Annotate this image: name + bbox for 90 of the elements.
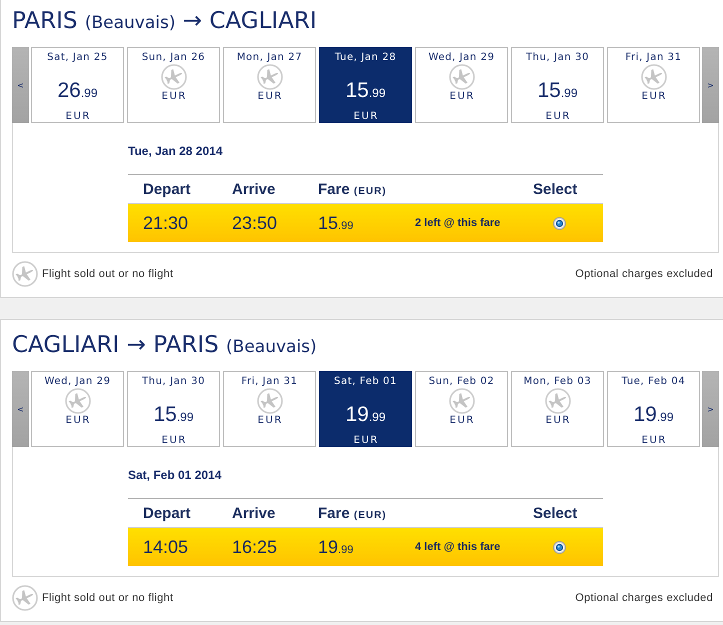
column-header: Fare (EUR) (318, 180, 387, 198)
date-tab[interactable]: Sun, Feb 02 EUR (415, 371, 508, 447)
departure-time: 21:30 (143, 212, 188, 234)
airplane-icon (12, 261, 38, 287)
airplane-icon (544, 388, 570, 414)
fare-price: 15.99 (318, 212, 354, 234)
date-tab[interactable]: Sat, Jan 25 26.99 EUR (31, 47, 124, 123)
date-tab[interactable]: Wed, Jan 29 EUR (31, 371, 124, 447)
currency-label: EUR (258, 90, 283, 103)
day-label: Tue, Jan 28 (334, 51, 396, 64)
day-label: Tue, Feb 04 (622, 375, 686, 388)
airplane-icon (256, 64, 282, 90)
currency-label: EUR (354, 434, 379, 447)
date-tab[interactable]: Sat, Feb 01 19.99 EUR (319, 371, 412, 447)
currency-label: EUR (66, 110, 91, 123)
date-tab[interactable]: Mon, Jan 27 EUR (223, 47, 316, 123)
currency-label: EUR (642, 90, 667, 103)
currency-label: EUR (450, 414, 475, 427)
currency-label: EUR (258, 414, 283, 427)
previous-dates-button[interactable]: < (12, 371, 29, 447)
date-tab[interactable]: Mon, Feb 03 EUR (511, 371, 604, 447)
arrival-time: 16:25 (232, 536, 278, 558)
column-header: Depart (143, 504, 191, 522)
airplane-icon (64, 388, 90, 414)
currency-label: EUR (642, 434, 667, 447)
column-header: Select (533, 180, 578, 198)
selected-date: Tue, Jan 28 2014 (128, 144, 222, 158)
next-dates-button[interactable]: > (702, 371, 719, 447)
date-tab[interactable]: Tue, Jan 28 15.99 EUR (319, 47, 412, 123)
fare-price: 15.99 (153, 403, 194, 428)
currency-label: EUR (354, 110, 379, 123)
next-dates-button[interactable]: > (702, 47, 719, 123)
column-header: Arrive (232, 180, 276, 198)
route-title: PARIS (Beauvais) → CAGLIARI (12, 8, 317, 36)
airplane-icon (160, 64, 186, 90)
fare-price: 26.99 (57, 79, 98, 104)
day-label: Sat, Jan 25 (47, 51, 108, 64)
day-label: Sun, Jan 26 (142, 51, 206, 64)
seats-left: 4 left @ this fare (415, 541, 500, 553)
currency-label: EUR (450, 90, 475, 103)
date-tab[interactable]: Thu, Jan 30 15.99 EUR (127, 371, 220, 447)
departure-time: 14:05 (143, 536, 188, 558)
airplane-icon (256, 388, 282, 414)
fare-price: 19.99 (345, 403, 386, 428)
column-header: Select (533, 504, 578, 522)
seats-left: 2 left @ this fare (415, 217, 500, 229)
currency-label: EUR (66, 414, 91, 427)
airplane-icon (12, 585, 38, 611)
date-tab[interactable]: Fri, Jan 31 EUR (223, 371, 316, 447)
date-tab[interactable]: Thu, Jan 30 15.99 EUR (511, 47, 604, 123)
date-tab[interactable]: Sun, Jan 26 EUR (127, 47, 220, 123)
legend-text: Flight sold out or no flight (42, 268, 174, 280)
date-tab[interactable]: Fri, Jan 31 EUR (607, 47, 700, 123)
column-header: Fare (EUR) (318, 504, 387, 522)
flight-row[interactable]: 14:05 16:25 19.99 4 left @ this fare (128, 527, 603, 566)
currency-label: EUR (162, 90, 187, 103)
airplane-icon (448, 388, 474, 414)
column-header: Depart (143, 180, 191, 198)
column-header: Arrive (232, 504, 276, 522)
radio-button[interactable] (553, 216, 566, 230)
arrival-time: 23:50 (232, 212, 278, 234)
day-label: Wed, Jan 29 (44, 375, 111, 388)
day-label: Fri, Jan 31 (241, 375, 298, 388)
fare-price: 15.99 (537, 79, 578, 104)
flight-row[interactable]: 21:30 23:50 15.99 2 left @ this fare (128, 203, 603, 242)
date-tab[interactable]: Tue, Feb 04 19.99 EUR (607, 371, 700, 447)
previous-dates-button[interactable]: < (12, 47, 29, 123)
currency-label: EUR (546, 110, 571, 123)
day-label: Sat, Feb 01 (334, 375, 397, 388)
day-label: Fri, Jan 31 (625, 51, 682, 64)
day-label: Thu, Jan 30 (526, 51, 590, 64)
charges-note: Optional charges excluded (575, 268, 713, 280)
fare-price: 19.99 (633, 403, 674, 428)
charges-note: Optional charges excluded (575, 592, 713, 604)
day-label: Mon, Jan 27 (236, 51, 302, 64)
radio-button[interactable] (553, 540, 566, 554)
day-label: Thu, Jan 30 (142, 375, 206, 388)
fare-price: 15.99 (345, 79, 386, 104)
route-title: CAGLIARI → PARIS (Beauvais) (12, 332, 317, 360)
day-label: Wed, Jan 29 (428, 51, 495, 64)
selected-date: Sat, Feb 01 2014 (128, 468, 222, 482)
day-label: Sun, Feb 02 (428, 375, 494, 388)
date-tab[interactable]: Wed, Jan 29 EUR (415, 47, 508, 123)
currency-label: EUR (162, 434, 187, 447)
airplane-icon (640, 64, 666, 90)
legend-text: Flight sold out or no flight (42, 592, 174, 604)
day-label: Mon, Feb 03 (524, 375, 592, 388)
airplane-icon (448, 64, 474, 90)
currency-label: EUR (546, 414, 571, 427)
fare-price: 19.99 (318, 536, 354, 558)
